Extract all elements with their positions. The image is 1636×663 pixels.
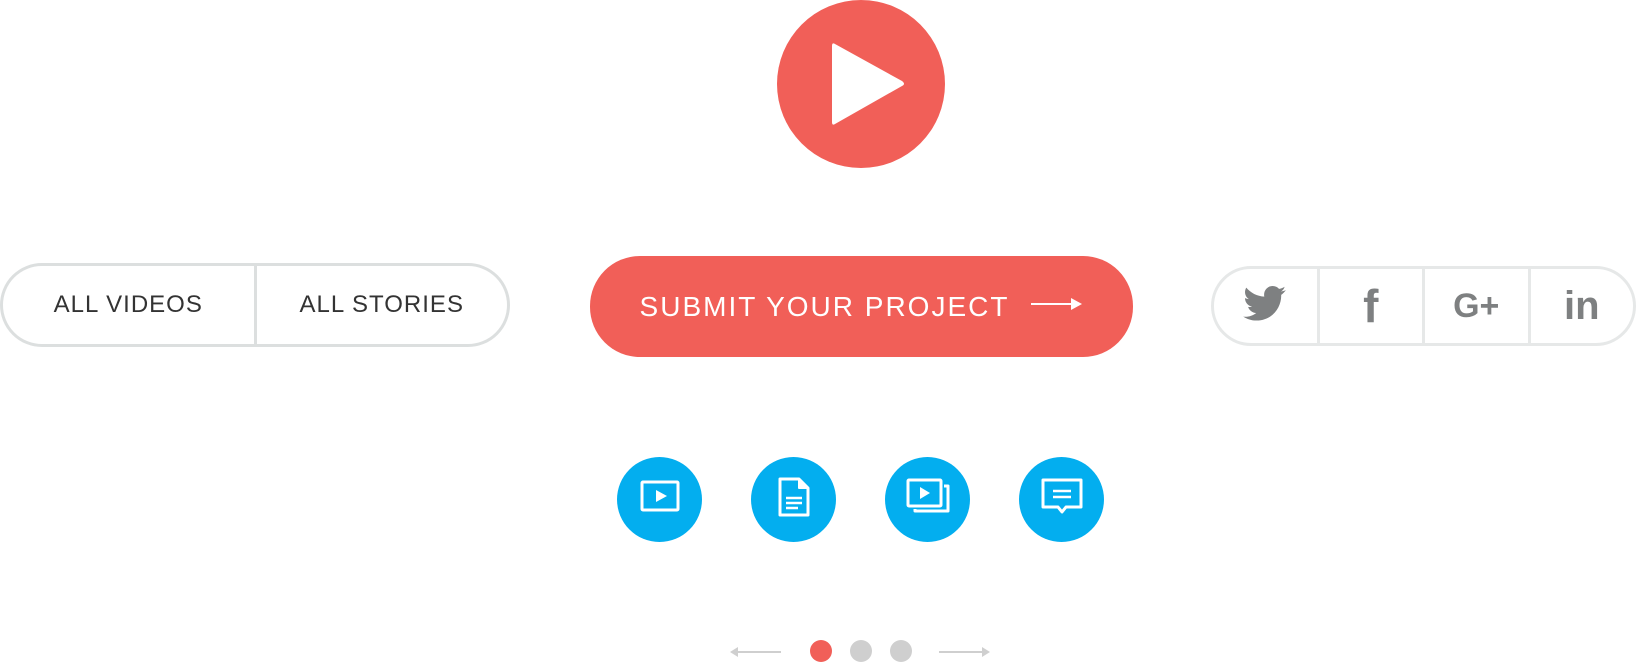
- gallery-type-button[interactable]: [885, 457, 970, 542]
- submit-project-label: SUBMIT YOUR PROJECT: [639, 290, 1010, 322]
- google-plus-button[interactable]: G+: [1425, 269, 1528, 343]
- video-icon: [640, 480, 680, 519]
- comment-icon: [1041, 478, 1083, 521]
- pagination-dot-1[interactable]: [810, 640, 832, 662]
- play-icon: [832, 43, 904, 125]
- all-videos-button[interactable]: ALL VIDEOS: [3, 266, 254, 344]
- twitter-icon: [1243, 285, 1287, 327]
- linkedin-icon: in: [1563, 284, 1600, 328]
- all-videos-label: ALL VIDEOS: [53, 291, 203, 318]
- gallery-icon: [906, 478, 950, 521]
- pagination-dot-3[interactable]: [890, 640, 912, 662]
- video-type-button[interactable]: [617, 457, 702, 542]
- twitter-button[interactable]: [1214, 269, 1317, 343]
- prev-arrow-icon[interactable]: [729, 645, 781, 663]
- play-button[interactable]: [777, 0, 945, 168]
- all-stories-button[interactable]: ALL STORIES: [257, 266, 508, 344]
- arrow-right-icon: [1031, 297, 1083, 316]
- document-icon: [777, 476, 811, 523]
- filter-toggle: ALL VIDEOS ALL STORIES: [0, 263, 510, 347]
- pagination-dot-2[interactable]: [850, 640, 872, 662]
- next-arrow-icon[interactable]: [939, 645, 991, 663]
- submit-project-button[interactable]: SUBMIT YOUR PROJECT: [590, 256, 1133, 357]
- all-stories-label: ALL STORIES: [299, 291, 464, 318]
- document-type-button[interactable]: [751, 457, 836, 542]
- facebook-icon: f: [1363, 280, 1379, 332]
- social-share-group: f G+ in: [1211, 266, 1636, 346]
- google-plus-icon: G+: [1453, 287, 1500, 325]
- facebook-button[interactable]: f: [1320, 269, 1423, 343]
- comment-type-button[interactable]: [1019, 457, 1104, 542]
- linkedin-button[interactable]: in: [1531, 269, 1634, 343]
